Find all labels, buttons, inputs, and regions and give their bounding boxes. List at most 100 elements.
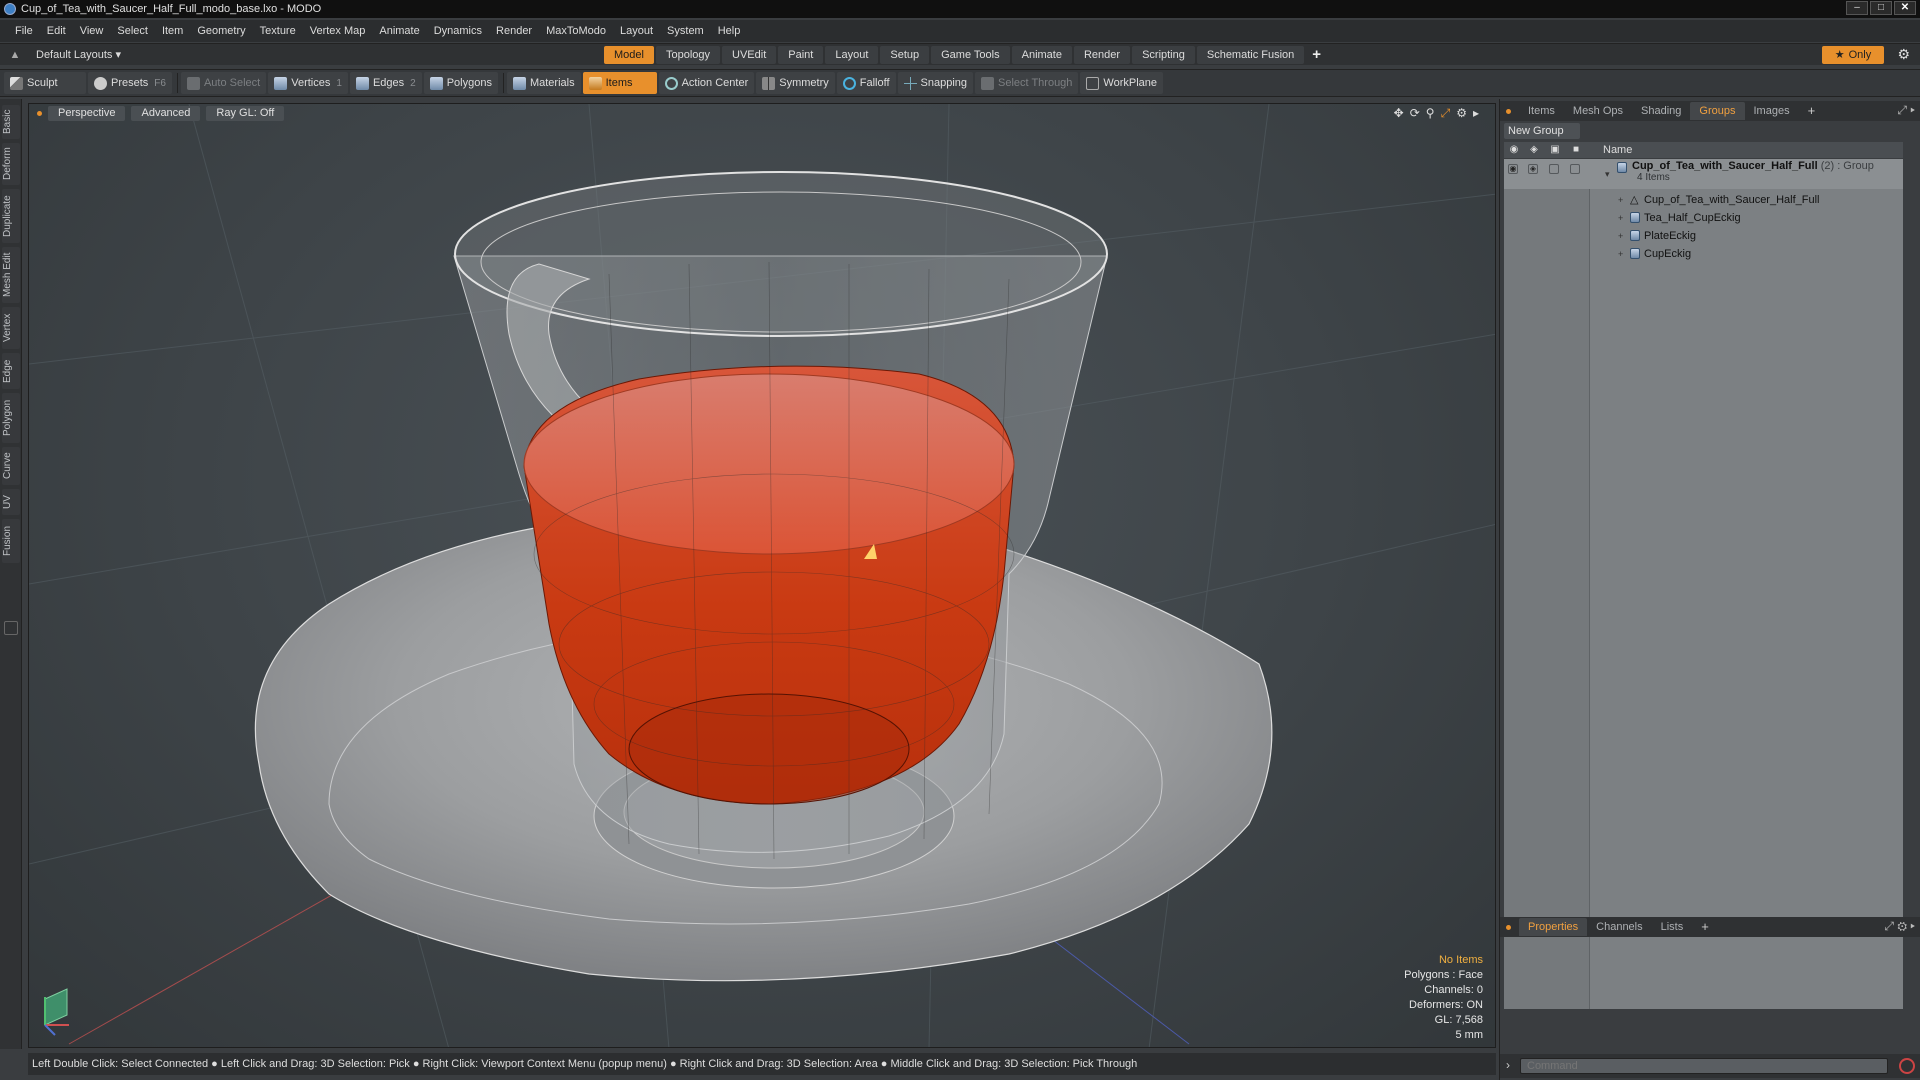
3d-viewport[interactable]: Perspective Advanced Ray GL: Off ✥ ⟳ ⚲ ⤢… — [28, 103, 1496, 1048]
panel-menu-dot[interactable] — [1506, 108, 1511, 114]
add-panel-tab-button[interactable]: + — [1692, 918, 1718, 936]
tab-schematic-fusion[interactable]: Schematic Fusion — [1196, 46, 1305, 64]
collapse-icon[interactable]: ▾ — [1605, 165, 1610, 183]
materials-button[interactable]: Materials — [506, 72, 581, 94]
tab-items[interactable]: Items — [1519, 102, 1564, 120]
tab-properties[interactable]: Properties — [1519, 918, 1588, 936]
shading-mode-button[interactable]: Advanced — [131, 105, 201, 121]
select-through-button[interactable]: Select Through — [975, 72, 1079, 94]
list-item[interactable]: + CupEckig — [1504, 245, 1903, 263]
tab-layout[interactable]: Layout — [825, 46, 879, 64]
eye-icon[interactable]: ◉ — [1508, 164, 1518, 174]
tab-images[interactable]: Images — [1745, 102, 1799, 120]
view-mode-button[interactable]: Perspective — [48, 105, 126, 121]
sculpt-button[interactable]: Sculpt — [4, 72, 86, 94]
tab-scripting[interactable]: Scripting — [1132, 46, 1195, 64]
workplane-button[interactable]: WorkPlane — [1080, 72, 1164, 94]
action-center-button[interactable]: Action Center — [658, 72, 755, 94]
tab-model[interactable]: Model — [604, 46, 654, 64]
add-panel-tab-button[interactable]: + — [1799, 102, 1825, 120]
pan-icon[interactable]: ✥ — [1394, 106, 1404, 121]
tab-animate[interactable]: Animate — [1011, 46, 1072, 64]
auto-select-button[interactable]: Auto Select — [180, 72, 267, 94]
select-toggle-icon[interactable] — [1570, 164, 1580, 174]
panel-settings-icon[interactable]: ⤢ ⚙ ▸ — [1884, 919, 1915, 934]
name-column-header[interactable]: Name — [1603, 142, 1632, 158]
close-button[interactable]: ✕ — [1894, 1, 1916, 15]
lock-column-icon[interactable]: ▣ — [1549, 144, 1561, 156]
menu-texture[interactable]: Texture — [253, 20, 303, 42]
menu-system[interactable]: System — [660, 20, 711, 42]
tab-paint[interactable]: Paint — [778, 46, 824, 64]
menu-layout[interactable]: Layout — [613, 20, 660, 42]
menu-geometry[interactable]: Geometry — [190, 20, 252, 42]
new-group-button[interactable]: New Group — [1504, 123, 1580, 139]
render-column-icon[interactable]: ◈ — [1528, 144, 1540, 156]
tab-groups[interactable]: Groups — [1690, 102, 1745, 120]
snapping-button[interactable]: Snapping — [897, 72, 974, 94]
visibility-column-icon[interactable]: ◉ — [1508, 144, 1520, 156]
menu-edit[interactable]: Edit — [40, 20, 73, 42]
layout-dropdown[interactable]: Default Layouts ▾ — [28, 48, 129, 61]
viewport-expand-icon[interactable]: ▸ — [1473, 106, 1479, 121]
viewport-menu-dot[interactable] — [37, 110, 42, 116]
left-tab-duplicate[interactable]: Duplicate — [2, 189, 20, 243]
menu-select[interactable]: Select — [110, 20, 155, 42]
only-button[interactable]: ★ Only — [1822, 46, 1884, 64]
tab-lists[interactable]: Lists — [1652, 918, 1693, 936]
gear-icon[interactable]: ⚙ — [1897, 46, 1910, 63]
zoom-icon[interactable]: ⚲ — [1426, 106, 1435, 121]
layout-menu-icon[interactable]: ▲ — [8, 48, 22, 62]
panel-expand-icon[interactable]: ⤢ ▸ — [1897, 103, 1915, 118]
tab-uvedit[interactable]: UVEdit — [722, 46, 777, 64]
presets-button[interactable]: Presets F6 — [88, 72, 172, 94]
left-tab-polygon[interactable]: Polygon — [2, 393, 20, 443]
list-item[interactable]: + Tea_Half_CupEckig — [1504, 209, 1903, 227]
tab-topology[interactable]: Topology — [655, 46, 721, 64]
maximize-button[interactable]: □ — [1870, 1, 1892, 15]
symmetry-button[interactable]: Symmetry — [756, 72, 835, 94]
menu-view[interactable]: View — [73, 20, 111, 42]
tab-mesh-ops[interactable]: Mesh Ops — [1564, 102, 1632, 120]
list-item[interactable]: + △ Cup_of_Tea_with_Saucer_Half_Full — [1504, 191, 1903, 209]
tab-channels[interactable]: Channels — [1587, 918, 1651, 936]
tab-game-tools[interactable]: Game Tools — [931, 46, 1010, 64]
menu-render[interactable]: Render — [489, 20, 539, 42]
left-panel-toggle[interactable] — [4, 621, 18, 635]
left-tab-mesh-edit[interactable]: Mesh Edit — [2, 247, 20, 303]
left-tab-basic[interactable]: Basic — [2, 105, 20, 139]
edges-button[interactable]: Edges 2 — [349, 72, 422, 94]
left-tab-deform[interactable]: Deform — [2, 143, 20, 185]
rotate-icon[interactable]: ⟳ — [1410, 106, 1420, 121]
menu-vertex-map[interactable]: Vertex Map — [303, 20, 373, 42]
menu-animate[interactable]: Animate — [372, 20, 426, 42]
tab-render[interactable]: Render — [1073, 46, 1131, 64]
render-toggle-icon[interactable]: ◈ — [1528, 164, 1538, 174]
vertices-button[interactable]: Vertices 1 — [268, 72, 348, 94]
raygl-button[interactable]: Ray GL: Off — [206, 105, 285, 121]
list-item[interactable]: + PlateEckig — [1504, 227, 1903, 245]
add-tab-button[interactable]: + — [1306, 46, 1327, 64]
menu-dynamics[interactable]: Dynamics — [427, 20, 489, 42]
command-input[interactable] — [1520, 1058, 1888, 1074]
lock-toggle-icon[interactable] — [1549, 164, 1559, 174]
menu-item[interactable]: Item — [155, 20, 190, 42]
minimize-button[interactable]: – — [1846, 1, 1868, 15]
panel-menu-dot[interactable] — [1506, 924, 1511, 930]
left-tab-vertex[interactable]: Vertex — [2, 307, 20, 349]
left-tab-curve[interactable]: Curve — [2, 447, 20, 485]
polygons-button[interactable]: Polygons — [423, 72, 498, 94]
falloff-button[interactable]: Falloff — [836, 72, 896, 94]
items-button[interactable]: Items — [582, 72, 657, 94]
3d-scene[interactable] — [29, 104, 1496, 1048]
menu-help[interactable]: Help — [711, 20, 748, 42]
command-record-icon[interactable] — [1899, 1058, 1915, 1074]
tab-setup[interactable]: Setup — [880, 46, 930, 64]
select-column-icon[interactable]: ■ — [1570, 144, 1582, 156]
group-row[interactable]: ◉ ◈ ▾ Cup_of_Tea_with_Saucer_Half_Full (… — [1504, 159, 1903, 189]
command-history-icon[interactable]: › — [1506, 1058, 1510, 1072]
tab-shading[interactable]: Shading — [1632, 102, 1690, 120]
viewport-settings-icon[interactable]: ⚙ — [1456, 106, 1467, 121]
zoom-fit-icon[interactable]: ⤢ — [1441, 106, 1451, 121]
left-tab-uv[interactable]: UV — [2, 489, 20, 515]
